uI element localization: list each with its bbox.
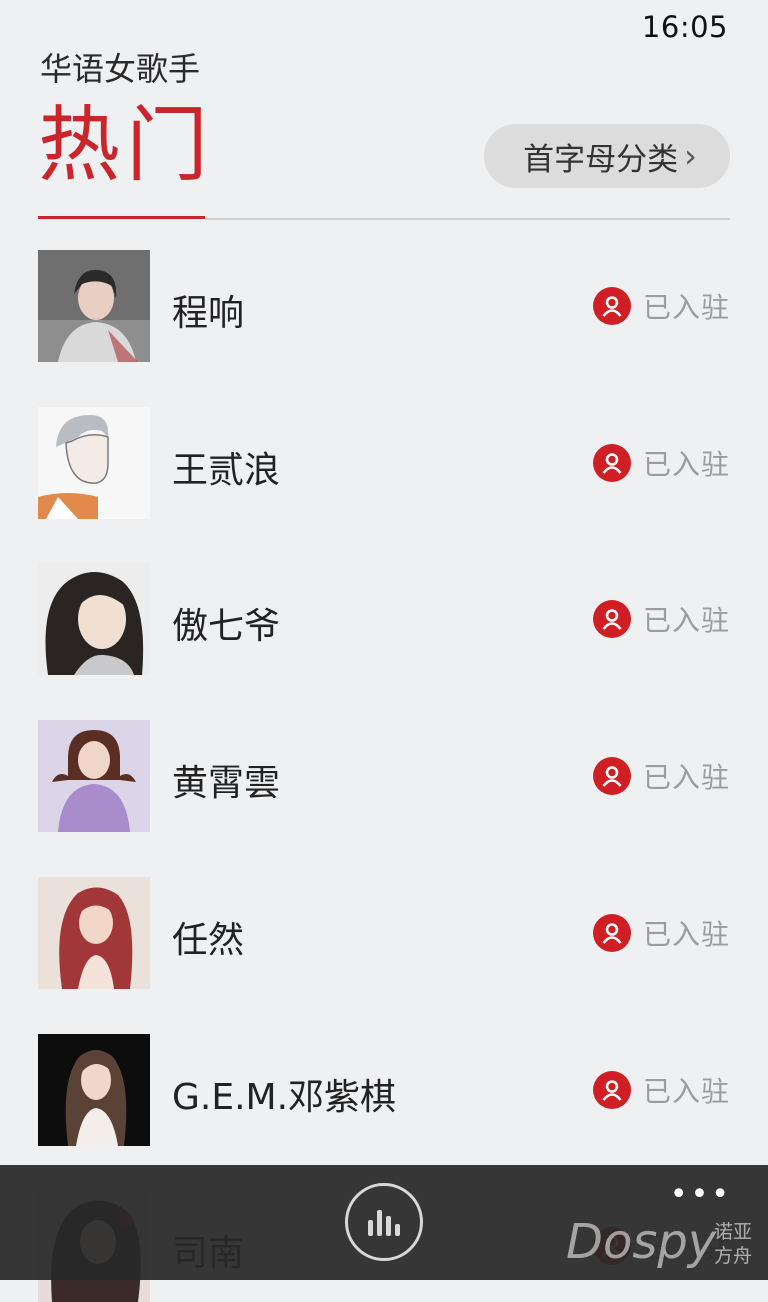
artist-avatar xyxy=(38,1034,150,1146)
joined-label: 已入驻 xyxy=(642,604,730,637)
pivot-divider xyxy=(205,218,730,220)
joined-badge: 已入驻 xyxy=(592,286,730,326)
artist-name: 任然 xyxy=(172,920,245,961)
artist-name: 程响 xyxy=(172,293,245,334)
artist-row[interactable]: 傲七爷 已入驻 xyxy=(0,563,768,675)
pivot-active-indicator xyxy=(38,216,205,219)
joined-label: 已入驻 xyxy=(642,918,730,951)
artist-row[interactable]: 任然 已入驻 xyxy=(0,877,768,989)
artist-row[interactable]: 王贰浪 已入驻 xyxy=(0,407,768,519)
watermark-subtitle-line: 方舟 xyxy=(714,1245,753,1267)
joined-badge: 已入驻 xyxy=(592,1070,730,1110)
chevron-right-icon: › xyxy=(684,137,697,175)
more-options-icon[interactable]: ••• xyxy=(670,1177,732,1212)
joined-badge: 已入驻 xyxy=(592,756,730,796)
pivot-hot[interactable]: 热门 xyxy=(38,98,214,194)
artist-name: 傲七爷 xyxy=(172,606,281,647)
user-icon xyxy=(592,1071,631,1109)
status-time: 16:05 xyxy=(641,10,728,44)
user-icon xyxy=(592,914,631,952)
app-title: 华语女歌手 xyxy=(40,50,201,88)
joined-badge: 已入驻 xyxy=(592,443,730,483)
watermark-subtitle: 诺亚 方舟 xyxy=(714,1220,752,1268)
joined-label: 已入驻 xyxy=(642,291,730,324)
artist-name: 黄霄雲 xyxy=(172,763,281,804)
watermark-logo: Dospy xyxy=(566,1214,717,1270)
joined-label: 已入驻 xyxy=(642,761,730,794)
joined-badge: 已入驻 xyxy=(592,599,730,639)
user-icon xyxy=(592,600,631,638)
artist-row[interactable]: 程响 已入驻 xyxy=(0,250,768,362)
watermark-subtitle-line: 诺亚 xyxy=(714,1221,753,1243)
joined-label: 已入驻 xyxy=(642,448,730,481)
artist-avatar xyxy=(38,250,150,362)
artist-avatar xyxy=(38,407,150,519)
user-icon xyxy=(592,757,631,795)
artist-name: 王贰浪 xyxy=(172,450,281,491)
now-playing-button[interactable] xyxy=(345,1183,423,1261)
joined-label: 已入驻 xyxy=(642,1075,730,1108)
joined-badge: 已入驻 xyxy=(592,913,730,953)
user-icon xyxy=(592,287,631,325)
artist-avatar xyxy=(38,720,150,832)
artist-avatar xyxy=(38,877,150,989)
artist-row[interactable]: G.E.M.邓紫棋 已入驻 xyxy=(0,1034,768,1146)
alphabet-category-button[interactable]: 首字母分类 › xyxy=(484,124,730,188)
artist-name: G.E.M.邓紫棋 xyxy=(172,1077,397,1118)
artist-row[interactable]: 黄霄雲 已入驻 xyxy=(0,720,768,832)
alphabet-category-label: 首字母分类 xyxy=(523,141,679,178)
user-icon xyxy=(592,444,631,482)
artist-avatar xyxy=(38,563,150,675)
equalizer-icon xyxy=(368,1210,400,1236)
